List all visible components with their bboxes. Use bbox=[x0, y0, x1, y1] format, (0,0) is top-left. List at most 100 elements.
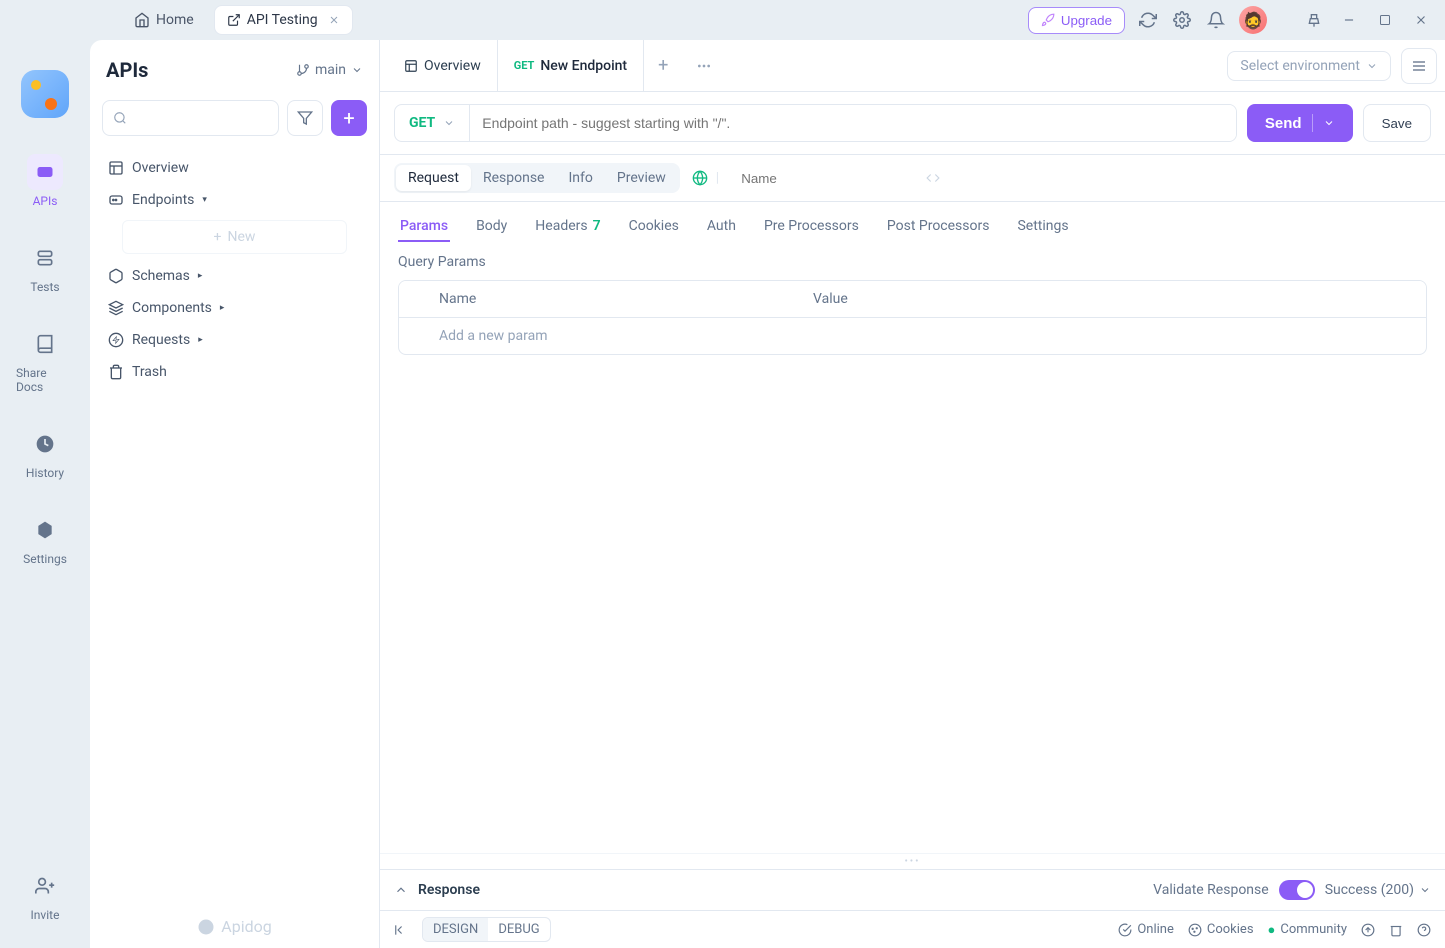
section-headers[interactable]: Headers 7 bbox=[533, 212, 602, 242]
cube-icon bbox=[108, 268, 124, 284]
upgrade-button[interactable]: Upgrade bbox=[1028, 7, 1125, 34]
section-cookies[interactable]: Cookies bbox=[627, 212, 681, 242]
home-tab[interactable]: Home bbox=[122, 6, 206, 34]
chevron-down-icon bbox=[443, 117, 455, 129]
sidebar: APIs main bbox=[90, 40, 380, 948]
rail-label-history: History bbox=[26, 466, 64, 480]
rail-item-tests[interactable]: Tests bbox=[10, 234, 80, 300]
environment-selector[interactable]: Select environment bbox=[1227, 51, 1391, 81]
query-params-label: Query Params bbox=[398, 254, 1427, 270]
params-add-row[interactable]: Add a new param bbox=[399, 318, 1426, 354]
settings-gear-icon[interactable] bbox=[1171, 9, 1193, 31]
rail-item-apis[interactable]: APIs bbox=[10, 148, 80, 214]
path-input[interactable] bbox=[470, 105, 1236, 141]
tree-new-endpoint[interactable]: + New bbox=[122, 220, 347, 254]
main-tab-endpoint[interactable]: GET New Endpoint bbox=[498, 40, 644, 91]
layout-icon bbox=[108, 160, 124, 176]
endpoint-name-input[interactable] bbox=[737, 167, 922, 190]
section-pre[interactable]: Pre Processors bbox=[762, 212, 861, 242]
brand-icon bbox=[197, 918, 215, 936]
view-preview[interactable]: Preview bbox=[605, 165, 678, 191]
main-tab-overview-label: Overview bbox=[424, 58, 481, 74]
rail-item-history[interactable]: History bbox=[10, 420, 80, 486]
view-info[interactable]: Info bbox=[556, 165, 604, 191]
home-icon bbox=[134, 12, 150, 28]
invite-icon bbox=[27, 868, 63, 904]
params-table: Name Value Add a new param bbox=[398, 280, 1427, 355]
upload-icon[interactable] bbox=[1361, 923, 1375, 937]
view-mode-group: Request Response Info Preview bbox=[394, 163, 680, 193]
split-drag-handle[interactable]: ••• bbox=[380, 853, 1445, 869]
app-logo[interactable] bbox=[21, 70, 69, 118]
main-tab-endpoint-label: New Endpoint bbox=[540, 58, 627, 74]
tree-overview[interactable]: Overview bbox=[102, 152, 367, 184]
view-request[interactable]: Request bbox=[396, 165, 471, 191]
tree-trash[interactable]: Trash bbox=[102, 356, 367, 388]
rail-item-invite[interactable]: Invite bbox=[10, 862, 80, 928]
method-selector[interactable]: GET bbox=[395, 105, 470, 141]
collapse-left-icon[interactable] bbox=[394, 923, 408, 937]
status-community[interactable]: ● Community bbox=[1268, 922, 1347, 938]
add-button[interactable]: + bbox=[331, 100, 367, 136]
rail-item-settings[interactable]: Settings bbox=[10, 506, 80, 572]
globe-icon[interactable] bbox=[692, 170, 708, 186]
validate-toggle[interactable] bbox=[1279, 880, 1315, 900]
layout-icon bbox=[404, 59, 418, 73]
main-area: Overview GET New Endpoint + Select envir… bbox=[380, 40, 1445, 948]
refresh-icon[interactable] bbox=[1137, 9, 1159, 31]
section-auth[interactable]: Auth bbox=[705, 212, 738, 242]
tree-components[interactable]: Components ▸ bbox=[102, 292, 367, 324]
save-button[interactable]: Save bbox=[1363, 104, 1431, 142]
window-maximize[interactable] bbox=[1373, 8, 1397, 32]
window-minimize[interactable] bbox=[1337, 8, 1361, 32]
plus-icon: + bbox=[214, 229, 222, 245]
rail-label-apis: APIs bbox=[33, 194, 58, 208]
method-badge: GET bbox=[514, 59, 535, 72]
section-post[interactable]: Post Processors bbox=[885, 212, 992, 242]
rail-item-share[interactable]: Share Docs bbox=[10, 320, 80, 400]
send-button[interactable]: Send bbox=[1247, 104, 1353, 142]
endpoints-icon bbox=[108, 192, 124, 208]
avatar[interactable]: 🧔 bbox=[1239, 6, 1267, 34]
tree-schemas[interactable]: Schemas ▸ bbox=[102, 260, 367, 292]
mode-design[interactable]: DESIGN bbox=[423, 918, 488, 941]
params-col-name: Name bbox=[399, 281, 799, 317]
rail-label-settings: Settings bbox=[23, 552, 67, 566]
send-label: Send bbox=[1265, 115, 1302, 132]
search-input[interactable] bbox=[102, 100, 279, 136]
external-link-icon bbox=[227, 13, 241, 27]
tree-schemas-label: Schemas bbox=[132, 268, 190, 284]
section-params[interactable]: Params bbox=[398, 212, 450, 242]
section-body[interactable]: Body bbox=[474, 212, 509, 242]
main-tab-overview[interactable]: Overview bbox=[388, 40, 498, 91]
history-icon bbox=[27, 426, 63, 462]
project-tab[interactable]: API Testing bbox=[214, 5, 353, 35]
filter-button[interactable] bbox=[287, 100, 323, 136]
tree-components-label: Components bbox=[132, 300, 212, 316]
window-close[interactable] bbox=[1409, 8, 1433, 32]
status-online[interactable]: Online bbox=[1118, 922, 1174, 937]
tree-endpoints[interactable]: Endpoints ▾ bbox=[102, 184, 367, 216]
menu-button[interactable] bbox=[1401, 48, 1437, 84]
tree-new-label: New bbox=[228, 229, 256, 245]
view-response[interactable]: Response bbox=[471, 165, 557, 191]
mode-debug[interactable]: DEBUG bbox=[488, 918, 549, 941]
code-icon[interactable] bbox=[926, 171, 940, 185]
section-settings[interactable]: Settings bbox=[1015, 212, 1070, 242]
branch-selector[interactable]: main bbox=[296, 62, 363, 78]
share-icon bbox=[27, 326, 63, 362]
pin-icon[interactable] bbox=[1303, 9, 1325, 31]
params-add-placeholder: Add a new param bbox=[439, 328, 547, 344]
help-icon[interactable] bbox=[1417, 923, 1431, 937]
apis-icon bbox=[27, 154, 63, 190]
add-tab-button[interactable]: + bbox=[644, 55, 682, 76]
tree-endpoints-label: Endpoints bbox=[132, 192, 194, 208]
status-cookies[interactable]: Cookies bbox=[1188, 922, 1254, 937]
tree-requests[interactable]: Requests ▸ bbox=[102, 324, 367, 356]
close-icon[interactable] bbox=[328, 14, 340, 26]
trash-icon[interactable] bbox=[1389, 923, 1403, 937]
chevron-up-icon[interactable] bbox=[394, 883, 408, 897]
tab-more-icon[interactable] bbox=[682, 58, 726, 74]
bell-icon[interactable] bbox=[1205, 9, 1227, 31]
response-status-selector[interactable]: Success (200) bbox=[1325, 882, 1431, 898]
